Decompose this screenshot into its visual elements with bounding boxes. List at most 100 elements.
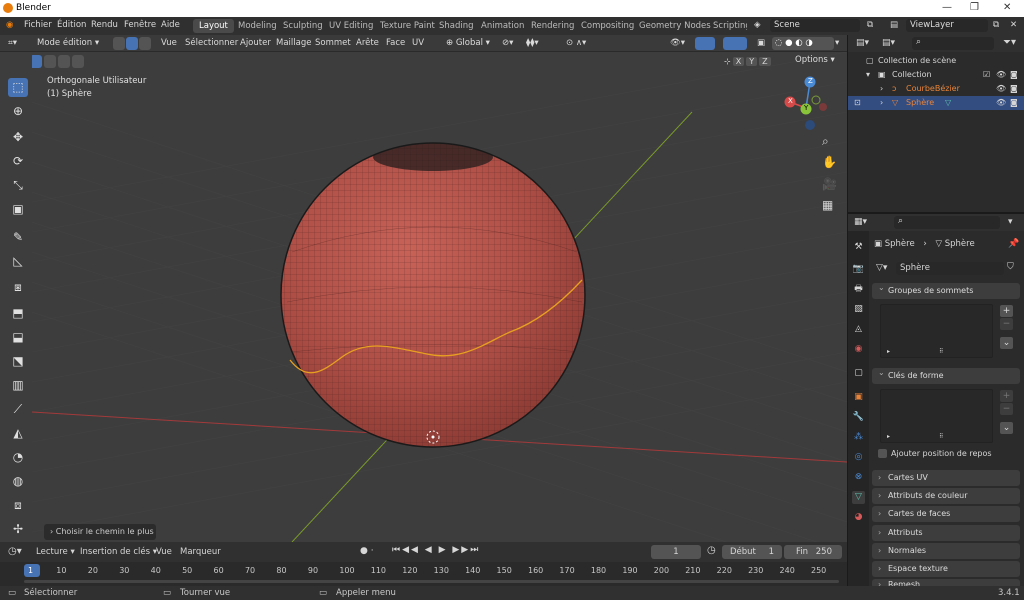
pin-icon[interactable]: 📌 <box>1008 239 1019 249</box>
scene-tab-icon[interactable]: ◬ <box>852 323 865 336</box>
current-frame-field[interactable]: 1 <box>651 545 701 559</box>
add-shape-key-button[interactable]: + <box>1000 390 1013 402</box>
orientation-selector[interactable]: ⊕ Global ▾ <box>442 37 496 50</box>
object-tab-icon[interactable]: ▣ <box>852 391 865 404</box>
edge-slide-tool-icon[interactable]: ⧈ <box>8 496 28 515</box>
menu-uv[interactable]: UV <box>412 38 424 48</box>
smooth-tool-icon[interactable]: ◍ <box>8 472 28 491</box>
measure-tool-icon[interactable]: ◺ <box>8 252 28 271</box>
start-frame-field[interactable]: Début 1 <box>722 545 782 559</box>
checkbox-icon[interactable]: ☑ <box>983 68 990 82</box>
mirror-axis-buttons[interactable]: ⊹ X Y Z <box>724 55 771 68</box>
vertex-select-button[interactable] <box>113 37 125 50</box>
loop-cut-tool-icon[interactable]: ▥ <box>8 376 28 395</box>
filter-icon[interactable]: ⏷▾ <box>1003 37 1016 48</box>
minimize-icon[interactable]: — <box>942 2 952 13</box>
editor-type-icon[interactable]: ⌗▾ <box>8 38 17 48</box>
remove-shape-key-button[interactable]: − <box>1000 403 1013 415</box>
maximize-icon[interactable]: ❐ <box>970 2 979 13</box>
eye-icon[interactable]: 👁 <box>996 68 1006 82</box>
material-tab-icon[interactable]: ◕ <box>852 511 865 524</box>
properties-editor-icon[interactable]: ▦▾ <box>854 217 867 227</box>
knife-tool-icon[interactable]: ⟋ <box>8 400 28 419</box>
snap-icon[interactable]: ⧫⧫▾ <box>526 38 539 48</box>
camera-render-icon[interactable]: ◙ <box>1010 68 1018 82</box>
tab-scripting[interactable]: Scripting <box>707 19 747 33</box>
bevel-tool-icon[interactable]: ⬔ <box>8 352 28 371</box>
rotate-tool-icon[interactable]: ⟳ <box>8 152 28 171</box>
outliner-editor-icon[interactable]: ▤▾ <box>856 38 869 48</box>
vertex-groups-list[interactable]: ▸ ⠿ <box>880 304 993 358</box>
clock-icon[interactable]: ◷ <box>707 545 716 556</box>
tab-compositing[interactable]: Compositing <box>575 19 640 33</box>
annotate-tool-icon[interactable]: ✎ <box>8 228 28 247</box>
panel-attributes[interactable]: Attributs <box>872 525 1020 541</box>
menu-add[interactable]: Ajouter <box>240 38 271 48</box>
menu-view[interactable]: Vue <box>161 38 177 48</box>
panel-color-attributes[interactable]: Attributs de couleur <box>872 488 1020 504</box>
vertex-group-menu-button[interactable]: ⌄ <box>1000 337 1013 349</box>
menu-window[interactable]: Fenêtre <box>124 20 156 30</box>
fake-user-icon[interactable]: ⛉ <box>1007 262 1014 272</box>
spin-tool-icon[interactable]: ◔ <box>8 448 28 467</box>
edit-mode-icon[interactable]: ⊡ <box>854 96 861 110</box>
camera-icon[interactable]: 🎥 <box>822 177 837 191</box>
end-frame-field[interactable]: Fin 250 <box>784 545 842 559</box>
panel-shape-keys[interactable]: Clés de forme <box>872 365 1020 384</box>
mesh-datablock-icon[interactable]: ▽▾ <box>876 263 887 273</box>
new-viewlayer-icon[interactable]: ⧉ <box>993 20 999 30</box>
select-mode-buttons[interactable] <box>32 55 96 68</box>
scale-tool-icon[interactable]: ⤡ <box>8 176 28 195</box>
timeline-menu-view[interactable]: Vue <box>156 547 172 557</box>
add-cube-tool-icon[interactable]: ⧆ <box>8 278 28 297</box>
face-select-button[interactable] <box>139 37 151 50</box>
add-vertex-group-button[interactable]: + <box>1000 305 1013 317</box>
menu-face[interactable]: Face <box>386 38 405 48</box>
tool-tab-icon[interactable]: ⚒ <box>852 241 865 254</box>
select-tool-icon[interactable]: ⬚ <box>8 78 28 97</box>
timeline-editor-icon[interactable]: ◷▾ <box>8 546 22 557</box>
outliner-search-input[interactable]: ⌕ <box>912 37 994 50</box>
record-icon[interactable]: ● · <box>360 546 374 556</box>
shrink-fatten-tool-icon[interactable]: ✢ <box>8 520 28 539</box>
outliner-row-scene-collection[interactable]: ▢ Collection de scène <box>848 54 1024 68</box>
remove-viewlayer-icon[interactable]: ✕ <box>1010 20 1017 30</box>
remove-vertex-group-button[interactable]: − <box>1000 318 1013 330</box>
menu-select[interactable]: Sélectionner <box>185 38 238 48</box>
mirror-z[interactable]: Z <box>759 57 771 66</box>
cursor-tool-icon[interactable]: ⊕ <box>8 102 28 121</box>
outliner-row-sphere[interactable]: ⊡ › ▽ Sphère ▽ 👁 ◙ <box>848 96 1024 110</box>
outliner-row-collection[interactable]: ▾ ▣ Collection ☑ 👁 ◙ <box>848 68 1024 82</box>
extrude-tool-icon[interactable]: ⬒ <box>8 304 28 323</box>
gizmo-toggle-button[interactable] <box>695 37 715 50</box>
navigation-gizmo[interactable]: Z X Y <box>778 76 834 132</box>
tab-shading[interactable]: Shading <box>433 19 480 33</box>
tab-modeling[interactable]: Modeling <box>232 19 283 33</box>
outliner-row-curve[interactable]: › ↄ CourbeBézier 👁 ◙ <box>848 82 1024 96</box>
tab-rendering[interactable]: Rendering <box>525 19 580 33</box>
pivot-icon[interactable]: ⊘▾ <box>502 38 513 48</box>
mesh-data-tab-icon[interactable]: ▽ <box>852 491 865 504</box>
panel-uv-maps[interactable]: Cartes UV <box>872 470 1020 486</box>
menu-edit[interactable]: Édition <box>57 20 86 30</box>
output-tab-icon[interactable]: 🖶 <box>852 283 865 296</box>
render-tab-icon[interactable]: 📷 <box>852 263 865 276</box>
3d-viewport[interactable]: Orthogonale Utilisateur (1) Sphère Z X Y… <box>32 52 847 542</box>
playback-controls[interactable]: ⏮◀◀ ◀ ▶ ▶▶⏭ <box>392 545 480 555</box>
scene-selector[interactable]: Scene <box>770 19 860 32</box>
camera-render-icon[interactable]: ◙ <box>1010 82 1018 96</box>
xray-icon[interactable]: ▣ <box>757 38 765 48</box>
mirror-y[interactable]: Y <box>746 57 758 66</box>
timeline-menu-marker[interactable]: Marqueur <box>180 547 221 557</box>
world-tab-icon[interactable]: ◉ <box>852 343 865 356</box>
shape-key-menu-button[interactable]: ⌄ <box>1000 422 1013 434</box>
transform-tool-icon[interactable]: ▣ <box>8 200 28 219</box>
tab-uv-editing[interactable]: UV Editing <box>323 19 379 33</box>
particles-tab-icon[interactable]: ⁂ <box>852 431 865 444</box>
move-tool-icon[interactable]: ✥ <box>8 128 28 147</box>
last-operator-panel[interactable]: › Choisir le chemin le plus c <box>44 524 156 540</box>
tab-sculpting[interactable]: Sculpting <box>277 19 329 33</box>
panel-vertex-groups[interactable]: Groupes de sommets <box>872 280 1020 299</box>
panel-normals[interactable]: Normales <box>872 543 1020 559</box>
shape-keys-list[interactable]: ▸ ⠿ <box>880 389 993 443</box>
